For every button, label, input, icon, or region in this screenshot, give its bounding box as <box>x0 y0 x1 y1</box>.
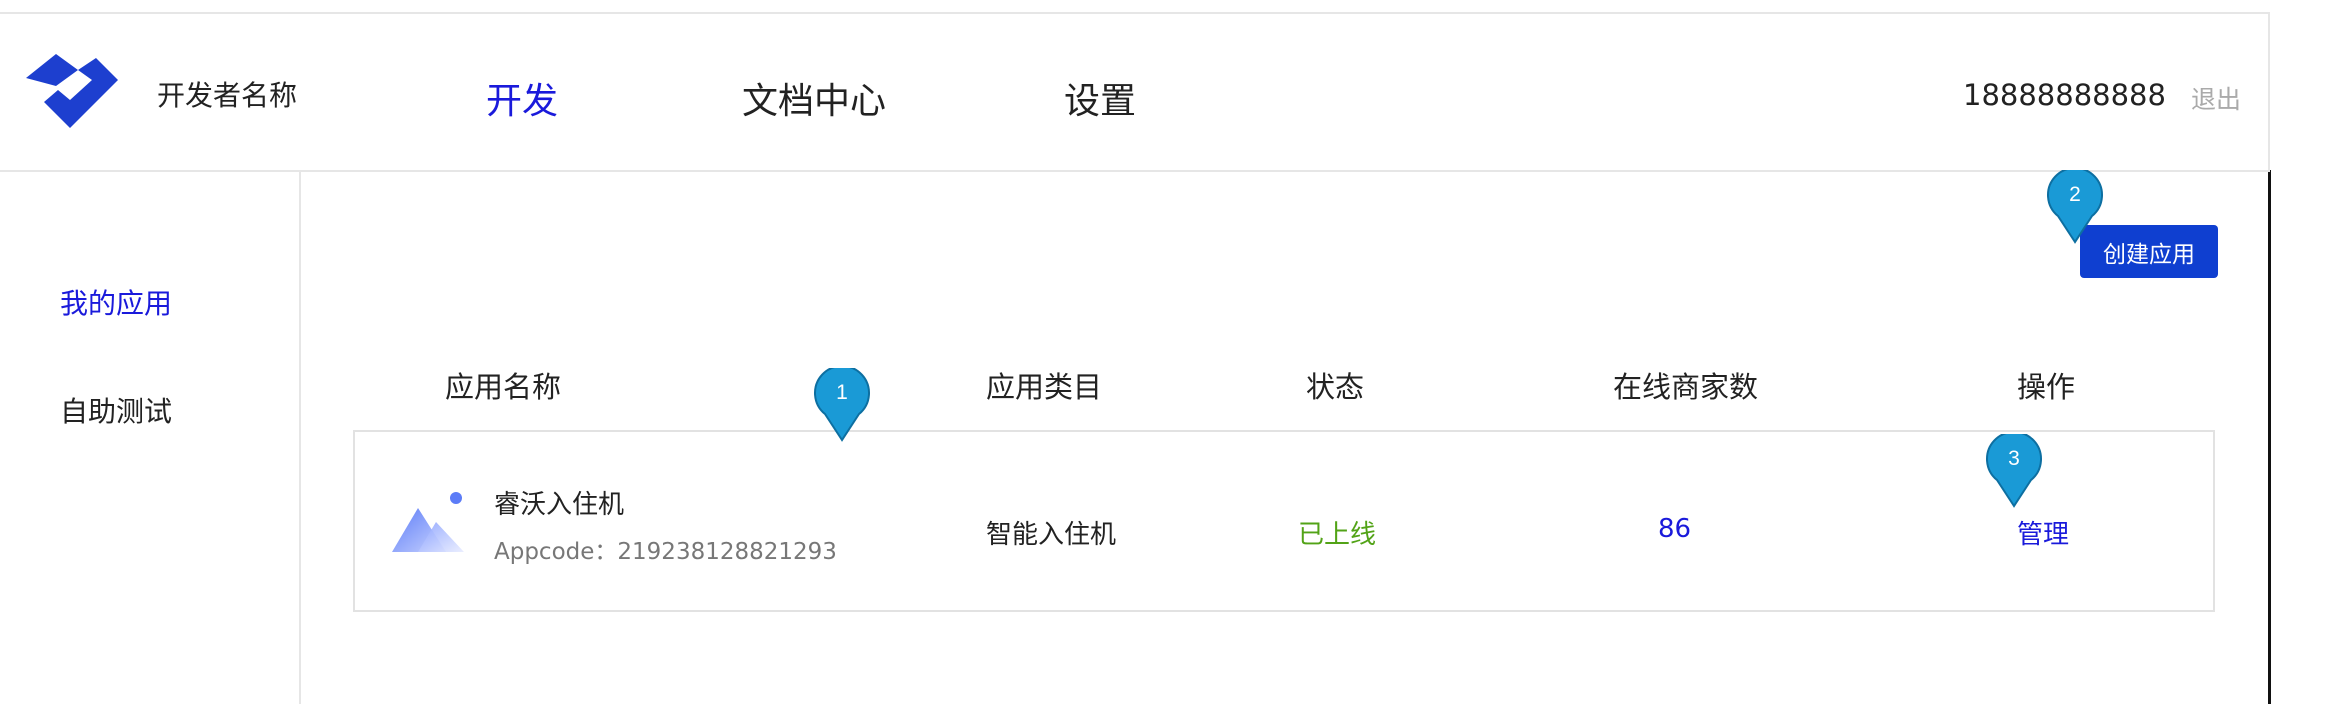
app-code-label: Appcode： <box>494 539 618 565</box>
annotation-marker-1: 1 <box>813 365 871 442</box>
app-image-icon <box>392 492 464 552</box>
app-code-value: 219238128821293 <box>617 539 837 565</box>
column-header-merchant-count: 在线商家数 <box>1613 370 1759 404</box>
nav-tab-docs[interactable]: 文档中心 <box>742 72 886 124</box>
map-pin-icon <box>1986 431 2042 508</box>
annotation-marker-label: 1 <box>836 381 848 404</box>
app-code: Appcode：219238128821293 <box>494 532 837 566</box>
sidebar-divider <box>299 172 301 704</box>
annotation-marker-2: 2 <box>2046 167 2104 244</box>
status-badge: 已上线 <box>1298 520 1377 550</box>
map-pin-icon <box>2047 167 2103 244</box>
app-category: 智能入住机 <box>986 520 1117 550</box>
logout-link[interactable]: 退出 <box>2191 80 2241 116</box>
manage-link[interactable]: 管理 <box>2017 514 2069 551</box>
annotation-marker-3: 3 <box>1985 431 2043 508</box>
app-name: 睿沃入住机 <box>494 490 625 520</box>
header-divider <box>0 170 2270 172</box>
frame-top-border <box>0 12 2270 14</box>
frame-right-edge <box>2268 170 2271 704</box>
user-phone: 18888888888 <box>1963 78 2166 112</box>
column-header-actions: 操作 <box>2017 370 2076 404</box>
annotation-marker-label: 3 <box>2008 447 2020 470</box>
column-header-status: 状态 <box>1306 370 1365 404</box>
sidebar-item-my-apps[interactable]: 我的应用 <box>60 282 172 322</box>
frame-right-border <box>2268 12 2270 170</box>
sidebar-item-self-test[interactable]: 自助测试 <box>60 390 172 430</box>
column-header-app-name: 应用名称 <box>445 370 562 404</box>
nav-tab-settings[interactable]: 设置 <box>1064 72 1136 124</box>
column-header-category: 应用类目 <box>986 370 1103 404</box>
annotation-marker-label: 2 <box>2069 183 2081 206</box>
brand-logo-icon[interactable] <box>22 50 122 132</box>
map-pin-icon <box>814 365 870 442</box>
table-row <box>353 430 2215 612</box>
merchant-count: 86 <box>1658 514 1692 544</box>
developer-name: 开发者名称 <box>157 79 298 112</box>
nav-tab-develop[interactable]: 开发 <box>486 72 558 124</box>
